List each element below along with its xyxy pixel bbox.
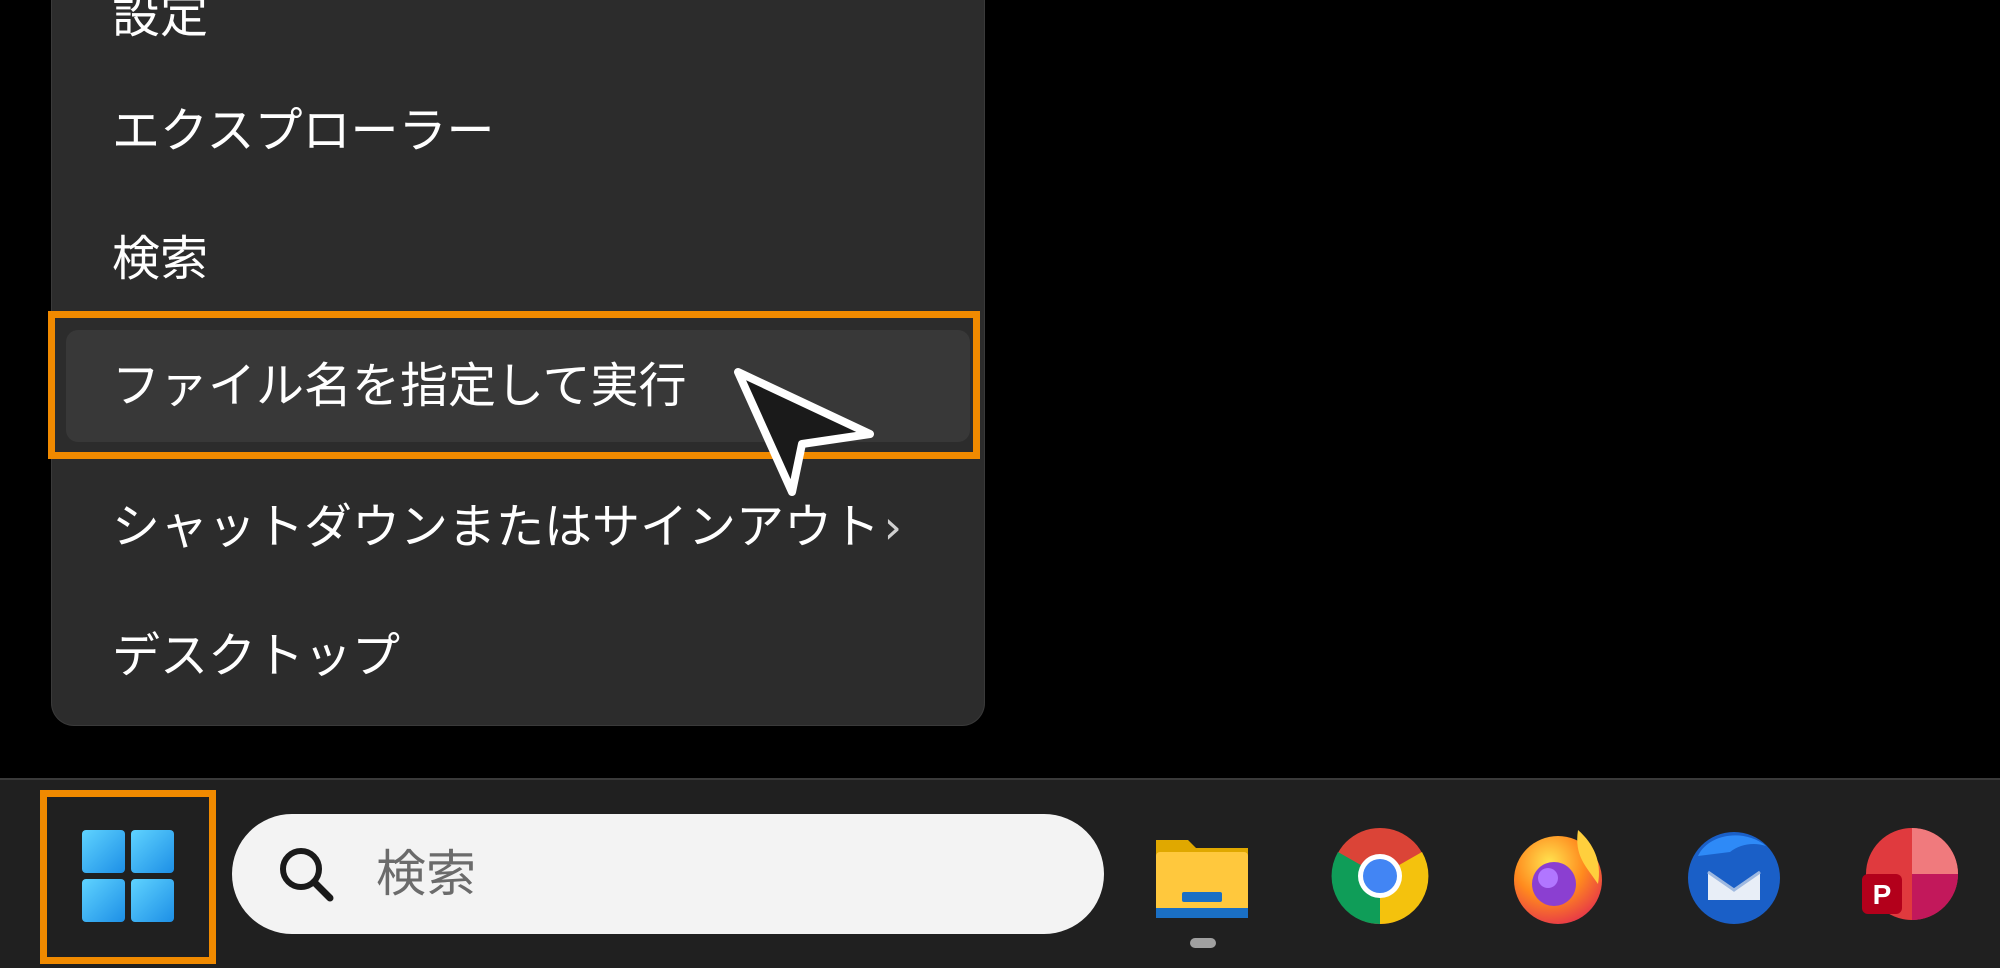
menu-item-settings[interactable]: 設定 [66,0,970,72]
pdf-app-icon[interactable]: P [1860,826,1960,926]
pdf-badge-letter: P [1873,879,1892,910]
thunderbird-icon[interactable] [1684,826,1784,926]
chevron-right-icon: › [883,500,902,554]
running-indicator [1190,938,1216,948]
menu-item-search[interactable]: 検索 [66,203,970,315]
desktop: 設定 エクスプローラー 検索 ファイル名を指定して実行 シャットダウンまたはサイ… [0,0,2000,968]
search-placeholder: 検索 [376,845,476,903]
firefox-icon[interactable] [1508,826,1608,926]
menu-item-label: シャットダウンまたはサインアウト [112,499,881,555]
menu-item-desktop[interactable]: デスクトップ [66,600,970,712]
mouse-cursor-icon [734,368,874,496]
menu-item-explorer[interactable]: エクスプローラー [66,75,970,187]
file-explorer-icon[interactable] [1152,826,1252,926]
menu-item-label: 設定 [112,0,209,44]
search-icon [280,848,334,902]
chrome-icon[interactable] [1330,826,1430,926]
taskbar-search-box[interactable]: 検索 [232,814,1104,934]
menu-item-label: デスクトップ [112,628,401,684]
windows-start-icon[interactable] [80,828,176,924]
menu-item-label: エクスプローラー [112,103,495,159]
menu-item-label: 検索 [112,231,209,287]
